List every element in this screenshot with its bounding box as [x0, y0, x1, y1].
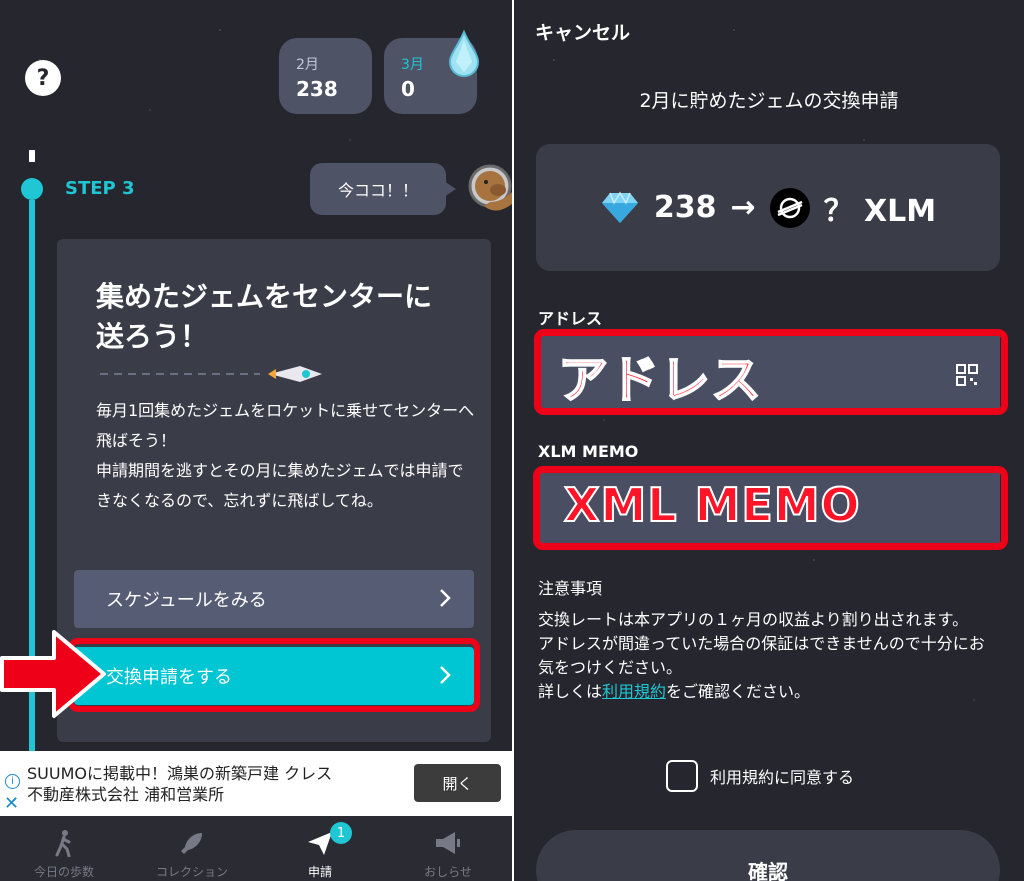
ad-text: SUUMOに掲載中！鴻巣の新築戸建 クレス 不動産株式会社 浦和営業所 [27, 763, 397, 805]
confirm-button[interactable]: 確認 [536, 830, 1000, 881]
address-label: アドレス [538, 309, 603, 328]
notes-text: 交換レートは本アプリの１ヶ月の収益より割り出されます。 アドレスが間違っていた場… [538, 608, 998, 704]
ad-banner[interactable]: i ✕ SUUMOに掲載中！鴻巣の新築戸建 クレス 不動産株式会社 浦和営業所 … [0, 751, 512, 816]
card-body: 毎月1回集めたジェムをロケットに乗せてセンターへ飛ばそう！ 申請期間を逃すとその… [96, 401, 475, 510]
notes-line: 詳しくは利用規約をご確認ください。 [538, 680, 998, 704]
cancel-button[interactable]: キャンセル [535, 18, 630, 45]
screen: ? 2月 238 3月 0 STEP 3 今ココ！！ 集めたジェムをセンターに送… [0, 0, 1024, 881]
notes-prefix: 詳しくは [538, 682, 603, 701]
chevron-right-icon [440, 589, 451, 607]
step-dot [21, 178, 43, 200]
tab-steps[interactable]: 今日の歩数 [0, 816, 128, 881]
diamond-icon [601, 191, 638, 223]
arrow-icon: → [730, 190, 756, 225]
card-title: 集めたジェムをセンターに送ろう！ [96, 280, 433, 353]
rocket-icon [181, 833, 202, 854]
walk-icon [55, 830, 71, 857]
exchange-summary: 238 → ？ XLM [536, 144, 1000, 271]
month-value: 238 [296, 77, 338, 101]
close-icon[interactable]: ✕ [4, 793, 19, 814]
megaphone-icon [436, 832, 460, 854]
tab-label: コレクション [155, 865, 228, 879]
speech-bubble: 今ココ！！ [310, 163, 456, 215]
month-label: 2月 [296, 57, 319, 73]
ad-open-button[interactable]: 開く [414, 764, 501, 802]
memo-annotation: XML MEMO [563, 477, 861, 533]
notes-line: アドレスが間違っていた場合の保証はできませんので十分にお気をつけください。 [538, 634, 985, 677]
agree-terms[interactable]: 利用規約に同意する [666, 760, 854, 792]
terms-checkbox[interactable] [666, 760, 698, 792]
gem-drop-icon [448, 30, 480, 77]
tab-label: 申請 [307, 865, 332, 879]
memo-label: XLM MEMO [538, 442, 639, 461]
month-card-feb: 2月 238 [279, 38, 372, 114]
address-annotation: アドレス [557, 350, 762, 410]
tab-news[interactable]: おしらせ [384, 816, 512, 881]
ad-line: SUUMOに掲載中！鴻巣の新築戸建 クレス [27, 764, 333, 783]
xlm-amount: ？ XLM [823, 193, 937, 229]
arrow-right-icon [0, 630, 106, 718]
left-screen: ? 2月 238 3月 0 STEP 3 今ココ！！ 集めたジェムをセンターに送… [0, 0, 512, 881]
tab-bar: 今日の歩数 コレクション 申請 1 おしらせ [0, 816, 512, 881]
tab-collection[interactable]: コレクション [128, 816, 256, 881]
notes-title: 注意事項 [538, 579, 603, 598]
confirm-label: 確認 [748, 860, 788, 881]
step-label: STEP 3 [65, 178, 135, 199]
page-title: 2月に貯めたジェムの交換申請 [639, 90, 899, 112]
right-screen: キャンセル 2月に貯めたジェムの交換申請 238 → ？ XLM アドレス アド… [514, 0, 1024, 881]
ad-line: 不動産株式会社 浦和営業所 [27, 785, 225, 804]
schedule-label: スケジュールをみる [106, 590, 267, 611]
astronaut-dog-icon [468, 164, 512, 211]
month-value: 0 [401, 77, 415, 101]
notification-badge: 1 [330, 822, 352, 844]
notes-line: 交換レートは本アプリの１ヶ月の収益より割り出されます。 [538, 610, 969, 629]
schedule-button[interactable]: スケジュールをみる [74, 570, 474, 628]
bubble-text: 今ココ！！ [337, 181, 418, 200]
notes-suffix: をご確認ください。 [666, 682, 811, 701]
tab-label: 今日の歩数 [33, 865, 94, 879]
tab-apply[interactable]: 申請 1 [256, 816, 384, 881]
gem-count: 238 [653, 190, 717, 225]
timeline-segment [29, 150, 35, 162]
help-icon[interactable]: ? [25, 60, 61, 96]
info-icon[interactable]: i [5, 774, 20, 789]
agree-label: 利用規約に同意する [710, 768, 855, 787]
stellar-logo-icon [769, 187, 810, 228]
tab-label: おしらせ [424, 865, 472, 879]
terms-link[interactable]: 利用規約 [602, 682, 666, 701]
rocket-trail-icon [100, 366, 322, 382]
highlight-box [68, 638, 480, 712]
